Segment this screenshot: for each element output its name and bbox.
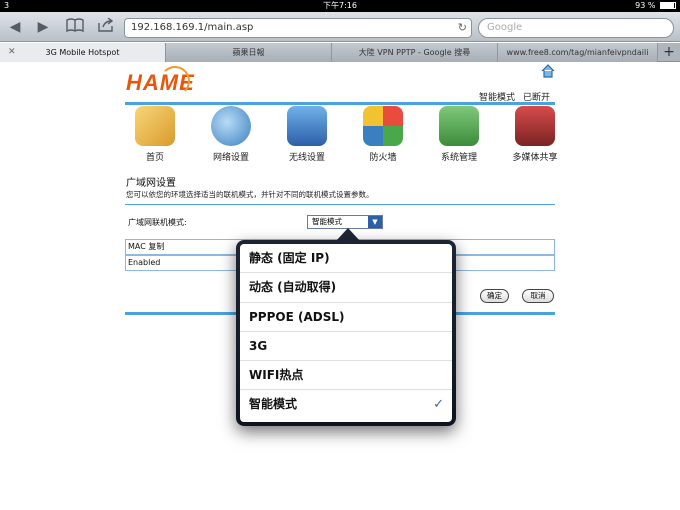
new-tab-button[interactable]: +: [658, 43, 680, 62]
reload-icon[interactable]: ↻: [458, 19, 467, 37]
header-divider: [125, 102, 555, 105]
nav-firewall[interactable]: 防火墙: [353, 106, 413, 163]
section-divider: [125, 204, 555, 205]
home-nav-icon: [135, 106, 175, 146]
tab-label: 大陸 VPN PPTP - Google 搜尋: [358, 48, 471, 57]
section-title: 广域网设置: [126, 178, 176, 189]
option-label: WIFI热点: [249, 368, 304, 383]
nav-label: 首页: [145, 153, 164, 163]
tab-free8[interactable]: www.free8.com/tag/mianfeivpndaili: [498, 43, 658, 62]
option-pppoe[interactable]: PPPOE (ADSL): [240, 303, 452, 332]
share-icon[interactable]: [95, 17, 117, 36]
section-description: 您可以依您的环境选择适当的联机模式，并针对不同的联机模式设置参数。: [126, 190, 374, 199]
url-bar[interactable]: 192.168.169.1/main.asp ↻: [124, 18, 472, 38]
search-field[interactable]: Google: [478, 18, 674, 38]
close-tab-icon[interactable]: ✕: [8, 43, 16, 62]
gear-icon: [439, 106, 479, 146]
option-smart-mode[interactable]: 智能模式 ✓: [240, 390, 452, 419]
home-icon[interactable]: [541, 64, 555, 78]
wireless-icon: [287, 106, 327, 146]
bookmarks-icon[interactable]: [64, 18, 86, 36]
cancel-button[interactable]: 取消: [522, 289, 554, 303]
shield-icon: [363, 106, 403, 146]
options-list: 静态 (固定 IP) 动态 (自动取得) PPPOE (ADSL) 3G WIF…: [240, 244, 452, 422]
tab-apple-daily[interactable]: 蘋果日報: [166, 43, 332, 62]
select-value: 智能模式: [312, 217, 342, 226]
status-bar: 3 下午7:16 93 %: [0, 0, 680, 12]
battery-indicator: 93 %: [635, 0, 676, 12]
back-icon[interactable]: ◀: [4, 18, 26, 36]
option-wifi-hotspot[interactable]: WIFI热点: [240, 361, 452, 391]
nav-label: 无线设置: [288, 153, 325, 163]
forward-icon[interactable]: ▶: [32, 18, 54, 36]
nav-icons: 首页 网络设置 无线设置 防火墙 系统管理 多媒体共享: [125, 106, 558, 166]
nav-system[interactable]: 系统管理: [429, 106, 489, 163]
tab-bar: ✕ 3G Mobile Hotspot 蘋果日報 大陸 VPN PPTP - G…: [0, 43, 680, 62]
tab-label: 蘋果日報: [232, 48, 265, 57]
nav-label: 系统管理: [440, 153, 477, 163]
battery-percent: 93 %: [635, 1, 656, 10]
usb-icon: [515, 106, 555, 146]
nav-label: 网络设置: [212, 153, 249, 163]
tab-label: www.free8.com/tag/mianfeivpndaili: [506, 48, 649, 57]
nav-media[interactable]: 多媒体共享: [505, 106, 565, 163]
tab-label: 3G Mobile Hotspot: [45, 48, 120, 57]
option-label: 智能模式: [249, 397, 298, 412]
option-label: 静态 (固定 IP): [249, 251, 330, 265]
tab-google-search[interactable]: 大陸 VPN PPTP - Google 搜尋: [332, 43, 498, 62]
tab-hotspot[interactable]: ✕ 3G Mobile Hotspot: [0, 43, 166, 62]
option-3g[interactable]: 3G: [240, 332, 452, 362]
option-label: 动态 (自动取得): [249, 280, 337, 295]
logo-swoosh: [160, 66, 190, 96]
chevron-down-icon: ▼: [368, 216, 382, 228]
nav-network[interactable]: 网络设置: [201, 106, 261, 163]
checkmark-icon: ✓: [433, 397, 444, 413]
wan-mode-select[interactable]: 智能模式 ▼: [307, 215, 383, 229]
option-label: 3G: [249, 338, 268, 353]
wan-mode-label: 广域网联机模式:: [128, 218, 187, 227]
nav-label: 多媒体共享: [512, 153, 558, 163]
battery-icon: [660, 2, 676, 9]
clock: 下午7:16: [323, 1, 357, 10]
option-static[interactable]: 静态 (固定 IP): [240, 244, 452, 274]
url-text: 192.168.169.1/main.asp: [131, 22, 254, 33]
option-label: PPPOE (ADSL): [249, 309, 345, 324]
nav-home[interactable]: 首页: [125, 106, 185, 163]
nav-label: 防火墙: [369, 153, 397, 163]
globe-icon: [211, 106, 251, 146]
option-dhcp[interactable]: 动态 (自动取得): [240, 273, 452, 303]
browser-toolbar: ◀ ▶ 192.168.169.1/main.asp ↻ Google: [0, 12, 680, 42]
nav-wireless[interactable]: 无线设置: [277, 106, 337, 163]
wan-mode-popover: 静态 (固定 IP) 动态 (自动取得) PPPOE (ADSL) 3G WIF…: [236, 240, 456, 426]
ok-button[interactable]: 确定: [480, 289, 509, 303]
